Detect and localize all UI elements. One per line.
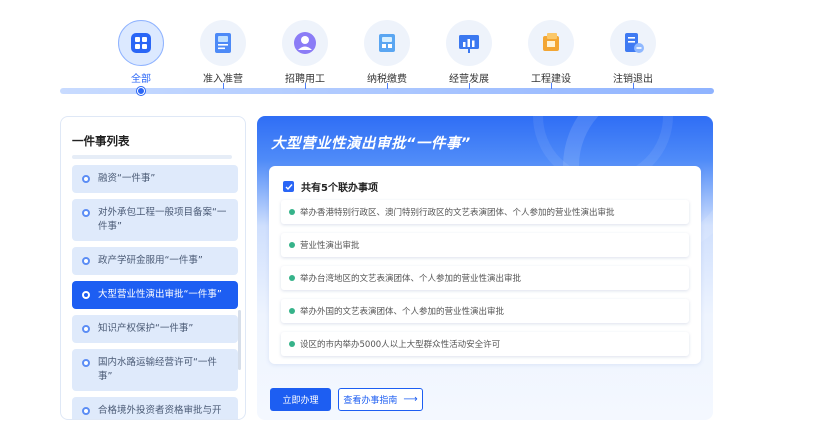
arrow-right-icon: ⟶ [403,394,418,405]
category-recruit[interactable]: 招聘用工 [275,20,335,85]
status-dot-icon [289,275,295,281]
radio-dot-icon [82,291,90,299]
list-item[interactable]: 知识产权保护“一件事” [72,315,238,343]
list-title: 一件事列表 [72,134,130,148]
category-nav: 全部 准入准营 招聘用工 纳税缴费 经营发展 工程建设 注销退出 [0,0,830,100]
radio-dot-icon [82,325,90,333]
list-item-label: 对外承包工程一般项目备案“一件事” [98,207,227,232]
linked-matter-item[interactable]: 设区的市内举办5000人以上大型群众性活动安全许可 [281,332,689,356]
matter-detail-panel: 大型营业性演出审批“一件事” 共有5个联办事项 举办香港特别行政区、澳门特别行政… [257,116,713,420]
user-recruit-icon [282,20,328,66]
list-item[interactable]: 融资“一件事” [72,165,238,193]
view-guide-button[interactable]: 查看办事指南 ⟶ [338,388,423,411]
list-item-label: 国内水路运输经营许可“一件事” [98,357,217,382]
chart-board-icon [446,20,492,66]
linked-matter-label: 设区的市内举办5000人以上大型群众性活动安全许可 [300,340,501,350]
list-item[interactable]: 合格境外投资者资格审批与开 [72,397,238,419]
status-dot-icon [289,209,295,215]
license-card-icon [200,20,246,66]
category-deregister[interactable]: 注销退出 [603,20,663,85]
list-item-label: 知识产权保护“一件事” [98,323,194,334]
list-item[interactable]: 政产学研金服用“一件事” [72,247,238,275]
linked-matters-card: 共有5个联办事项 举办香港特别行政区、澳门特别行政区的文艺表演团体、个人参加的营… [269,166,701,364]
category-business[interactable]: 经营发展 [439,20,499,85]
track-tick [305,83,306,89]
radio-dot-icon [82,359,90,367]
radio-dot-icon [82,175,90,183]
track-active-dot [137,87,145,95]
list-item-label: 政产学研金服用“一件事” [98,255,203,266]
radio-dot-icon [82,209,90,217]
deregister-icon [610,20,656,66]
status-dot-icon [289,341,295,347]
list-item-active[interactable]: 大型营业性演出审批“一件事” [72,281,238,309]
detail-title: 大型营业性演出审批“一件事” [271,136,471,152]
category-label: 全部 [131,74,151,85]
linked-matter-item[interactable]: 举办台湾地区的文艺表演团体、个人参加的营业性演出审批 [281,266,689,290]
track-tick [469,83,470,89]
construction-icon [528,20,574,66]
radio-dot-icon [82,257,90,265]
grid-icon [118,20,164,66]
list-item[interactable]: 国内水路运输经营许可“一件事” [72,349,238,391]
list-item-label: 融资“一件事” [98,173,156,184]
linked-matter-label: 营业性演出审批 [300,241,360,251]
track-tick [633,83,634,89]
linked-count-label: 共有5个联办事项 [301,183,378,194]
tax-payment-icon [364,20,410,66]
linked-matter-label: 举办台湾地区的文艺表演团体、个人参加的营业性演出审批 [300,274,522,284]
radio-dot-icon [82,407,90,415]
list-item-label: 大型营业性演出审批“一件事” [98,289,222,300]
category-access[interactable]: 准入准营 [193,20,253,85]
linked-matter-item[interactable]: 举办外国的文艺表演团体、个人参加的营业性演出审批 [281,299,689,323]
linked-matter-label: 举办外国的文艺表演团体、个人参加的营业性演出审批 [300,307,505,317]
linked-matter-item[interactable]: 举办香港特别行政区、澳门特别行政区的文艺表演团体、个人参加的营业性演出审批 [281,200,689,224]
linked-matter-label: 举办香港特别行政区、澳门特别行政区的文艺表演团体、个人参加的营业性演出审批 [300,208,615,218]
status-dot-icon [289,308,295,314]
list-title-underline [72,155,232,159]
track-tick [223,83,224,89]
status-dot-icon [289,242,295,248]
list-scrollbar[interactable] [238,310,241,370]
category-all[interactable]: 全部 [111,20,171,85]
linked-matter-item[interactable]: 营业性演出审批 [281,233,689,257]
matter-list: 融资“一件事” 对外承包工程一般项目备案“一件事” 政产学研金服用“一件事” 大… [72,165,238,419]
category-tax[interactable]: 纳税缴费 [357,20,417,85]
view-guide-label: 查看办事指南 [343,396,398,406]
track-tick [551,83,552,89]
apply-now-button[interactable]: 立即办理 [270,388,331,411]
list-item[interactable]: 对外承包工程一般项目备案“一件事” [72,199,238,241]
card-header: 共有5个联办事项 [283,179,378,194]
matter-list-panel: 一件事列表 融资“一件事” 对外承包工程一般项目备案“一件事” 政产学研金服用“… [60,116,246,420]
list-item-label: 合格境外投资者资格审批与开 [98,405,222,416]
category-construction[interactable]: 工程建设 [521,20,581,85]
track-tick [387,83,388,89]
checkbox-icon [283,181,294,192]
